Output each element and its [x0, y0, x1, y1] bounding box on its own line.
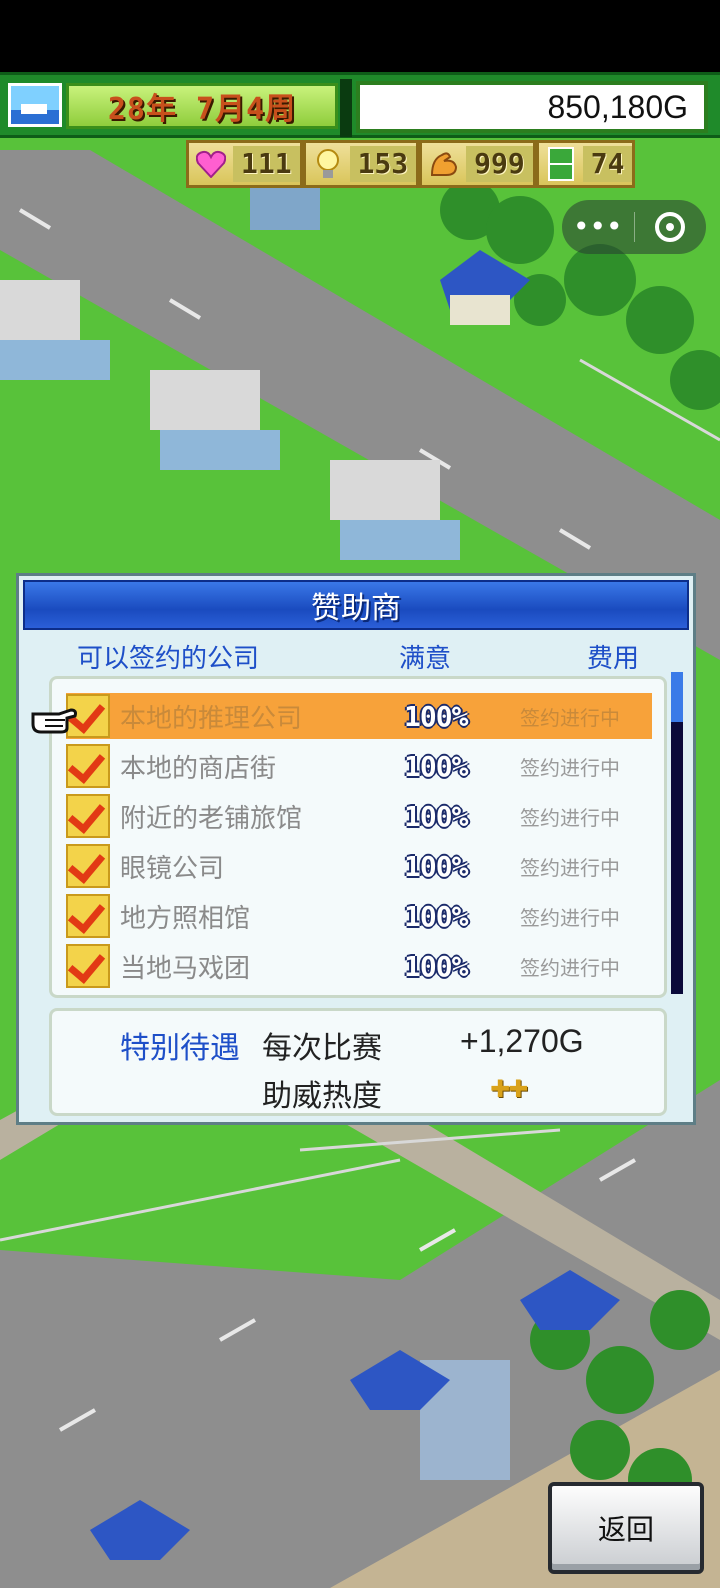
sponsor-list: 本地的推理公司 100% 签约进行中 本地的商店街 100% 签约进行中 附近的… — [49, 676, 667, 998]
sponsor-dialog: 赞助商 可以签约的公司 满意 费用 本地的推理公司 100% 签约进行中 本地的… — [16, 573, 696, 1125]
close-miniprogram-icon[interactable] — [635, 212, 707, 242]
list-item[interactable]: 地方照相馆 100% 签约进行中 — [66, 893, 652, 939]
strength-stat: 999 — [419, 140, 536, 188]
pointer-hand-icon — [31, 708, 77, 734]
scroll-thumb[interactable] — [671, 672, 683, 722]
per-match-label: 每次比赛 — [262, 1031, 382, 1066]
dialog-title: 赞助商 — [23, 580, 689, 630]
column-fee: 费用 — [587, 644, 640, 674]
list-item[interactable]: 眼镜公司 100% 签约进行中 — [66, 843, 652, 889]
list-item[interactable]: 附近的老铺旅馆 100% 签约进行中 — [66, 793, 652, 839]
field-stat: 74 — [535, 140, 636, 188]
team-flag-icon[interactable] — [8, 83, 62, 127]
column-satisfaction: 满意 — [399, 644, 452, 674]
checkbox-checked[interactable] — [66, 944, 110, 988]
list-item[interactable]: 本地的商店街 100% 签约进行中 — [66, 743, 652, 789]
status-bar — [0, 0, 720, 72]
checkbox-checked[interactable] — [66, 894, 110, 938]
game-date: 28年 7月4周 — [66, 83, 338, 129]
heart-icon — [193, 146, 229, 182]
column-company: 可以签约的公司 — [77, 644, 260, 674]
list-item[interactable]: 本地的推理公司 100% 签约进行中 — [66, 693, 652, 739]
per-match-value: +1,270G — [460, 1023, 584, 1059]
more-icon[interactable]: ••• — [562, 200, 634, 254]
idea-stat: 153 — [302, 140, 420, 188]
special-treatment-label: 特别待遇 — [120, 1031, 240, 1066]
stats-bar: 111 153 999 74 — [186, 140, 636, 188]
checkbox-checked[interactable] — [66, 844, 110, 888]
lightbulb-icon — [310, 146, 346, 182]
field-icon — [543, 146, 579, 182]
money-display: 850,180G — [356, 81, 708, 133]
top-hud: 28年 7月4周 850,180G — [0, 72, 720, 138]
muscle-icon — [426, 146, 462, 182]
cheer-label: 助威热度 — [262, 1079, 382, 1114]
cheer-level: ✚✚ — [490, 1075, 528, 1103]
sponsor-summary: 特别待遇 每次比赛 +1,270G 助威热度 ✚✚ — [49, 1008, 667, 1116]
checkbox-checked[interactable] — [66, 744, 110, 788]
checkbox-checked[interactable] — [66, 794, 110, 838]
back-button[interactable]: 返回 — [548, 1482, 704, 1574]
popularity-stat: 111 — [186, 140, 303, 188]
list-item[interactable]: 当地马戏团 100% 签约进行中 — [66, 943, 652, 989]
miniprogram-capsule: ••• — [562, 200, 706, 254]
list-scrollbar[interactable] — [671, 672, 683, 994]
